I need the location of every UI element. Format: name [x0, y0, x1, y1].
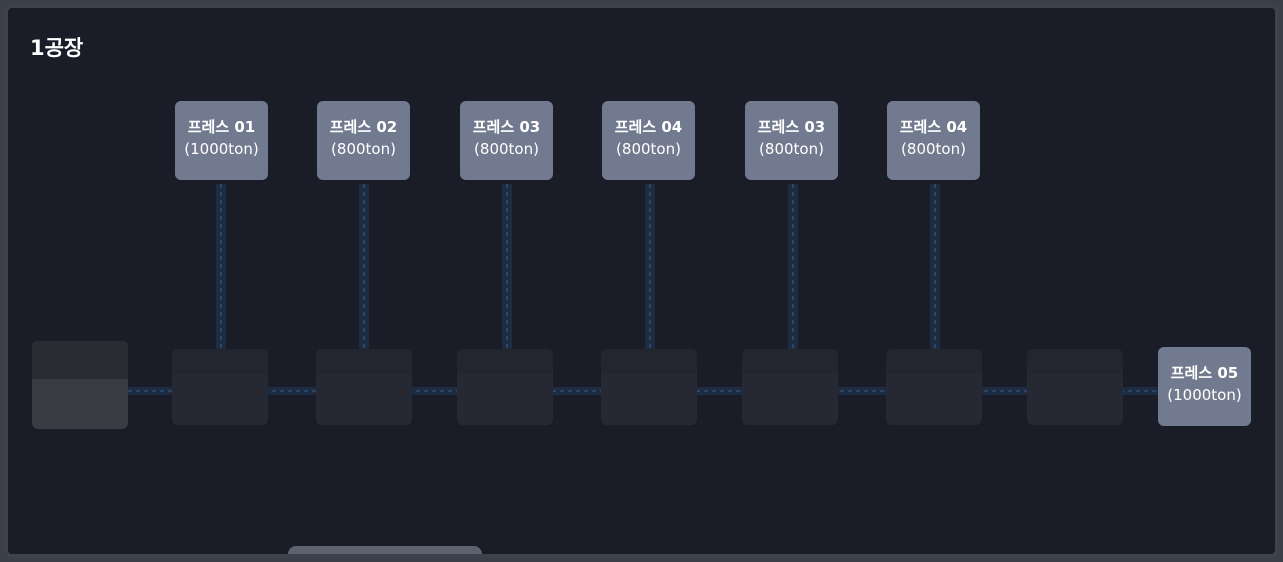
- conveyor-slot-5[interactable]: [742, 349, 838, 425]
- connector-line-5: [788, 184, 798, 352]
- conveyor-slot-1[interactable]: [172, 349, 268, 425]
- connector-line-1: [216, 184, 226, 352]
- press-capacity: (1000ton): [184, 140, 259, 158]
- press-node-end[interactable]: 프레스 05 (1000ton): [1158, 347, 1251, 426]
- press-capacity: (800ton): [474, 140, 539, 158]
- conveyor-slot-6[interactable]: [886, 349, 982, 425]
- press-capacity: (800ton): [901, 140, 966, 158]
- factory-title: 1공장: [30, 36, 84, 60]
- press-name: 프레스 03: [472, 118, 541, 136]
- connector-line-2: [359, 184, 369, 352]
- press-capacity: (800ton): [759, 140, 824, 158]
- connector-line-4: [645, 184, 655, 352]
- connector-line-3: [502, 184, 512, 352]
- conveyor-slot-4[interactable]: [601, 349, 697, 425]
- press-name: 프레스 04: [899, 118, 968, 136]
- connector-line-6: [930, 184, 940, 352]
- press-capacity: (1000ton): [1167, 386, 1242, 404]
- press-name: 프레스 04: [614, 118, 683, 136]
- press-node-5[interactable]: 프레스 03 (800ton): [745, 101, 838, 180]
- conveyor-slot-7[interactable]: [1027, 349, 1123, 425]
- conveyor-slot-start[interactable]: [32, 341, 128, 429]
- press-node-4[interactable]: 프레스 04 (800ton): [602, 101, 695, 180]
- press-capacity: (800ton): [331, 140, 396, 158]
- horizontal-scrollbar-thumb[interactable]: [288, 546, 482, 554]
- press-name: 프레스 03: [757, 118, 826, 136]
- conveyor-slot-2[interactable]: [316, 349, 412, 425]
- press-node-1[interactable]: 프레스 01 (1000ton): [175, 101, 268, 180]
- press-capacity: (800ton): [616, 140, 681, 158]
- conveyor-slot-3[interactable]: [457, 349, 553, 425]
- press-name: 프레스 05: [1170, 364, 1239, 382]
- press-name: 프레스 01: [187, 118, 256, 136]
- press-node-6[interactable]: 프레스 04 (800ton): [887, 101, 980, 180]
- press-node-3[interactable]: 프레스 03 (800ton): [460, 101, 553, 180]
- press-name: 프레스 02: [329, 118, 398, 136]
- factory-panel: 1공장 프레스 01 (1000ton) 프레스 02 (800ton) 프레스…: [4, 4, 1279, 558]
- press-node-2[interactable]: 프레스 02 (800ton): [317, 101, 410, 180]
